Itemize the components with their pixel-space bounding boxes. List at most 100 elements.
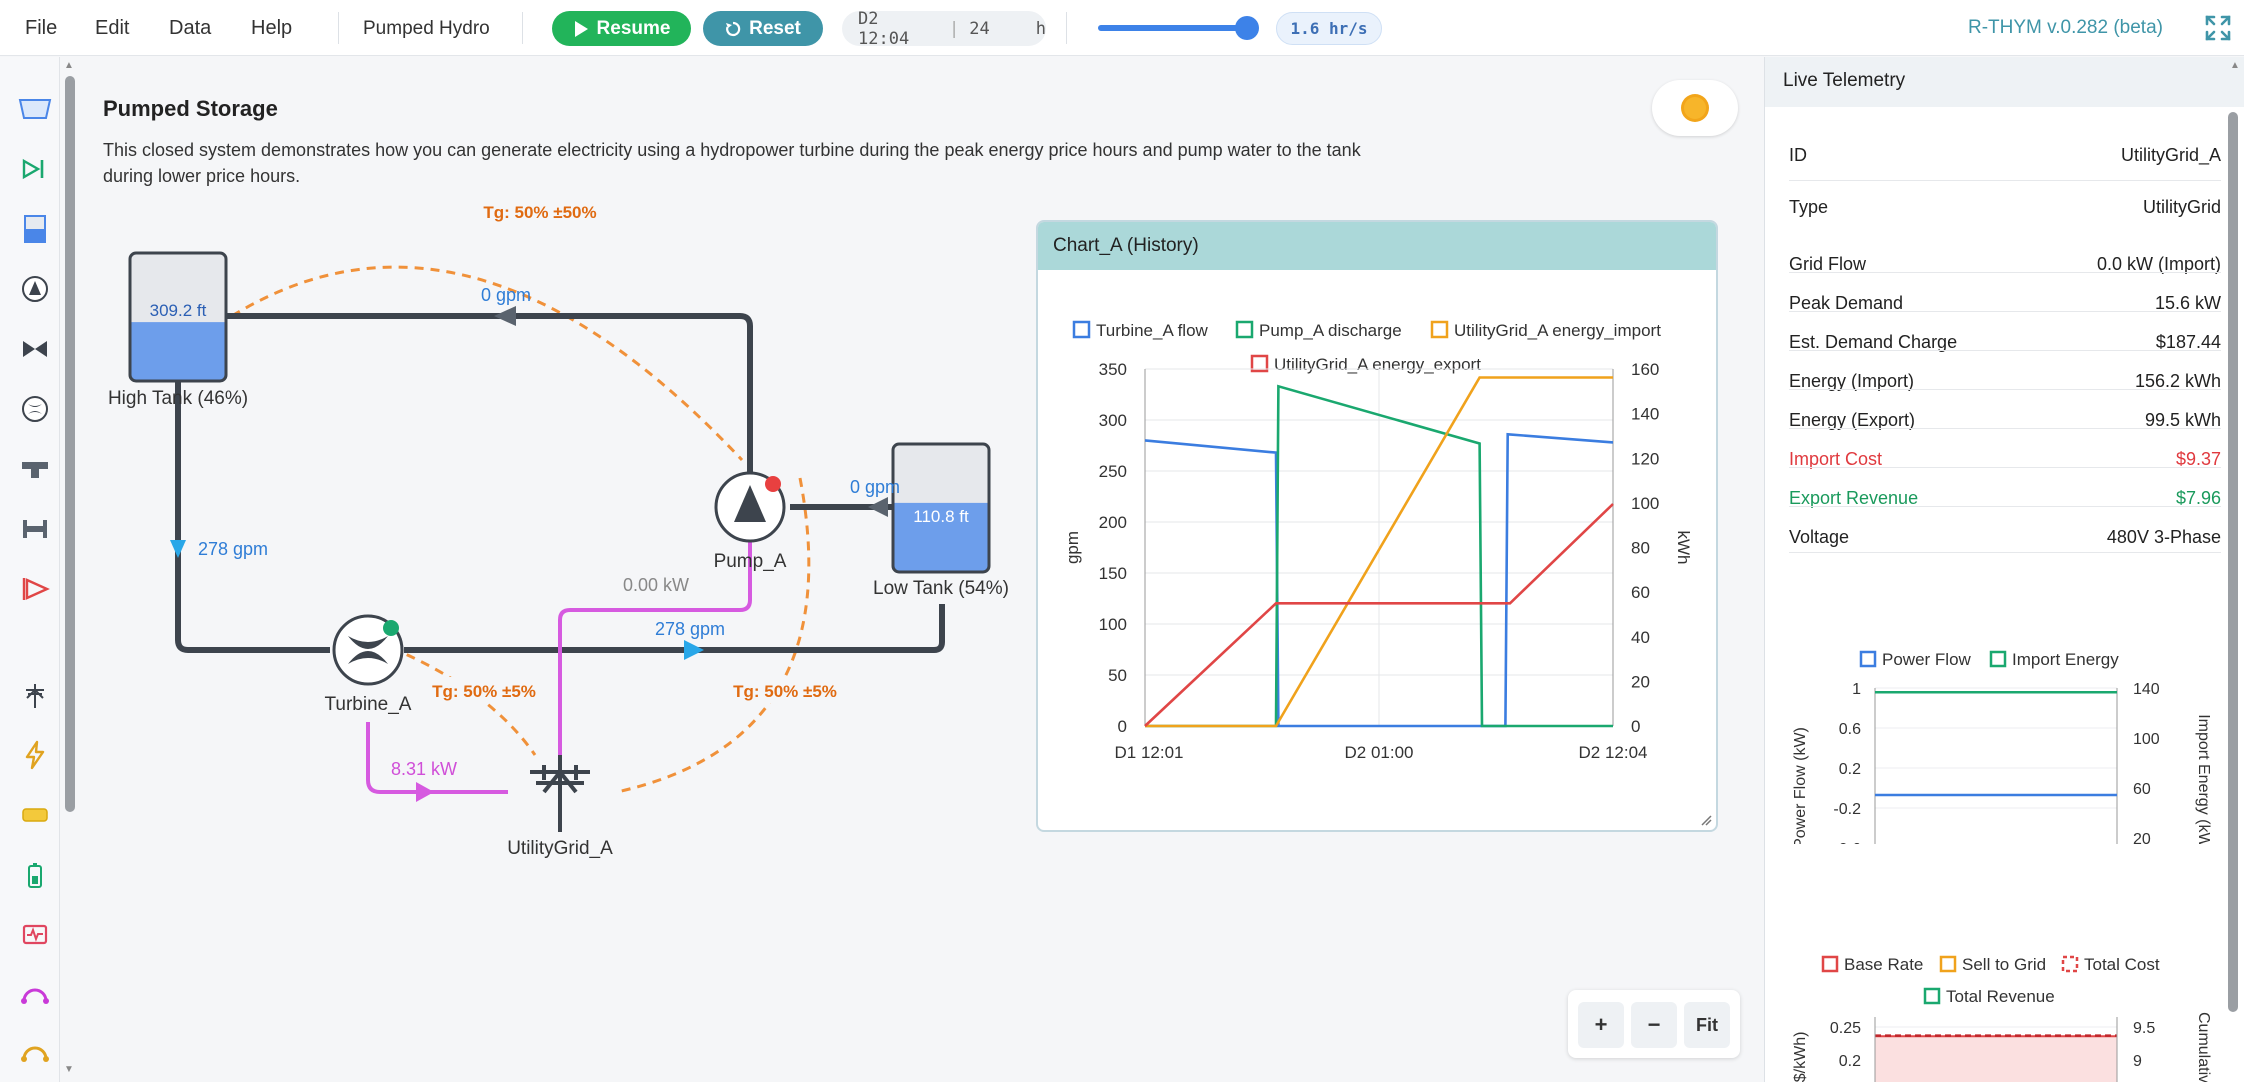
menu-edit[interactable]: Edit [95, 17, 129, 40]
pipe-left[interactable] [175, 380, 330, 653]
row-divider [1789, 506, 2221, 507]
resize-handle-icon[interactable] [1700, 814, 1712, 826]
power-line-turbine[interactable] [366, 722, 508, 794]
butterfly-valve-tool[interactable] [16, 331, 54, 367]
sensor-flag-icon [22, 578, 50, 600]
menu-help[interactable]: Help [251, 17, 292, 40]
power-flow-chart: Power FlowImport Energy10.60.2-0.2-0.6-1… [1792, 650, 2212, 844]
legend-item[interactable]: Total Revenue [1923, 987, 2055, 1006]
turbine[interactable] [332, 614, 404, 686]
pump-label: Pump_A [714, 551, 787, 572]
y2-axis-label: kWh [1674, 531, 1693, 565]
legend-label: Total Revenue [1946, 987, 2055, 1006]
play-icon [574, 20, 588, 37]
clock-hours[interactable]: 24 [969, 19, 989, 39]
theme-toggle-button[interactable] [1652, 80, 1738, 136]
power-pole-icon [26, 684, 44, 708]
y2-tick-label: 60 [2133, 781, 2151, 798]
reset-button[interactable]: Reset [703, 11, 823, 46]
magnet-tool[interactable] [16, 977, 54, 1013]
version-label: R-THYM v.0.282 (beta) [1968, 17, 2163, 38]
row-divider [1789, 272, 2221, 273]
pump-tool[interactable] [16, 271, 54, 307]
zoom-in-button[interactable]: + [1578, 1002, 1624, 1048]
telemetry-scrollbar[interactable] [2228, 112, 2238, 1012]
grid-tool[interactable] [16, 677, 54, 713]
x-tick-label: D1 12:01 [1115, 743, 1184, 762]
speed-slider-thumb[interactable] [1235, 16, 1260, 40]
pump[interactable] [714, 471, 786, 543]
flange-tool[interactable] [16, 511, 54, 547]
telemetry-row: Type UtilityGrid [1789, 197, 2221, 218]
tank-tool[interactable] [16, 91, 54, 127]
legend-item[interactable]: UtilityGrid_A energy_export [1250, 354, 1481, 374]
telemetry-key: Type [1789, 197, 1829, 217]
reset-label: Reset [749, 17, 801, 39]
y2-tick-label: 9 [2133, 1053, 2142, 1070]
fullscreen-icon[interactable] [2204, 14, 2232, 42]
arc-tool[interactable] [16, 1035, 54, 1071]
legend-item[interactable]: UtilityGrid_A energy_import [1430, 320, 1661, 340]
legend-item[interactable]: Power Flow [1859, 650, 1972, 669]
scroll-up-arrow[interactable]: ▲ [2230, 60, 2240, 71]
legend-item[interactable]: Turbine_A flow [1072, 320, 1209, 340]
flow-label-top: 0 gpm [481, 285, 531, 305]
scroll-down-arrow[interactable]: ▼ [64, 1064, 74, 1075]
y2-tick-label: 9.5 [2133, 1020, 2155, 1037]
column-tank-icon [24, 215, 46, 243]
lightning-tool[interactable] [16, 737, 54, 773]
y-axis-label: Power Flow (kW) [1792, 727, 1809, 844]
battery-slot-tool[interactable] [16, 797, 54, 833]
sun-icon [1681, 94, 1709, 122]
divider [338, 12, 339, 44]
chart-title[interactable]: Chart_A (History) [1038, 222, 1716, 270]
turbine-tool[interactable] [16, 391, 54, 427]
legend-label: UtilityGrid_A energy_export [1274, 355, 1481, 374]
y2-tick-label: 100 [1631, 494, 1659, 513]
magnet-icon [21, 988, 49, 1004]
scroll-up-arrow[interactable]: ▲ [64, 60, 74, 71]
utility-grid[interactable] [530, 755, 590, 832]
y2-tick-label: 140 [2133, 681, 2160, 698]
sim-clock[interactable]: D2 12:04 | 24 h [842, 9, 1046, 49]
legend-label: Turbine_A flow [1096, 321, 1209, 340]
zoom-fit-button[interactable]: Fit [1684, 1002, 1730, 1048]
row-divider [1789, 467, 2221, 468]
zoom-out-button[interactable]: − [1631, 1002, 1677, 1048]
y-tick-label: 0 [1118, 717, 1127, 736]
valve-tool[interactable] [16, 151, 54, 187]
legend-item[interactable]: Sell to Grid [1939, 955, 2046, 974]
battery-tool[interactable] [16, 857, 54, 893]
legend-item[interactable]: Pump_A discharge [1235, 320, 1402, 340]
toolbar-scrollbar[interactable] [65, 76, 75, 812]
legend-swatch [1821, 955, 1839, 973]
gauge-tool[interactable] [16, 211, 54, 247]
telemetry-value: 480V 3-Phase [2106, 527, 2221, 547]
low-tank[interactable]: 110.8 ft [891, 442, 991, 574]
telemetry-row: ID UtilityGrid_A [1789, 145, 2221, 166]
pipe-top[interactable] [226, 313, 753, 472]
legend-item[interactable]: Base Rate [1821, 955, 1923, 974]
legend-swatch [1923, 987, 1941, 1005]
y-tick-label: 100 [1099, 615, 1127, 634]
resume-button[interactable]: Resume [552, 11, 691, 46]
turbine-label: Turbine_A [325, 694, 412, 715]
flag-tool[interactable] [16, 571, 54, 607]
legend-item[interactable]: Import Energy [1989, 650, 2119, 669]
menu-file[interactable]: File [25, 17, 57, 40]
history-chart-panel[interactable]: Chart_A (History) Turbine_A flow Pump_A d… [1036, 220, 1718, 832]
y2-tick-label: 120 [1631, 449, 1659, 468]
legend-item[interactable]: Total Cost [2061, 955, 2160, 974]
tank-icon [18, 99, 52, 119]
meter-tool[interactable] [16, 917, 54, 953]
y2-tick-label: 20 [2133, 831, 2151, 844]
menu-data[interactable]: Data [169, 17, 211, 40]
y2-axis-label: Import Energy (kWh) [2195, 714, 2212, 844]
tee-tool[interactable] [16, 451, 54, 487]
project-name[interactable]: Pumped Hydro [363, 18, 490, 40]
telemetry-value: UtilityGrid [2142, 197, 2221, 217]
high-tank[interactable]: 309.2 ft [128, 251, 228, 383]
power-arrow [416, 782, 434, 802]
y-tick-label: 200 [1099, 513, 1127, 532]
grid-label: UtilityGrid_A [507, 838, 613, 859]
